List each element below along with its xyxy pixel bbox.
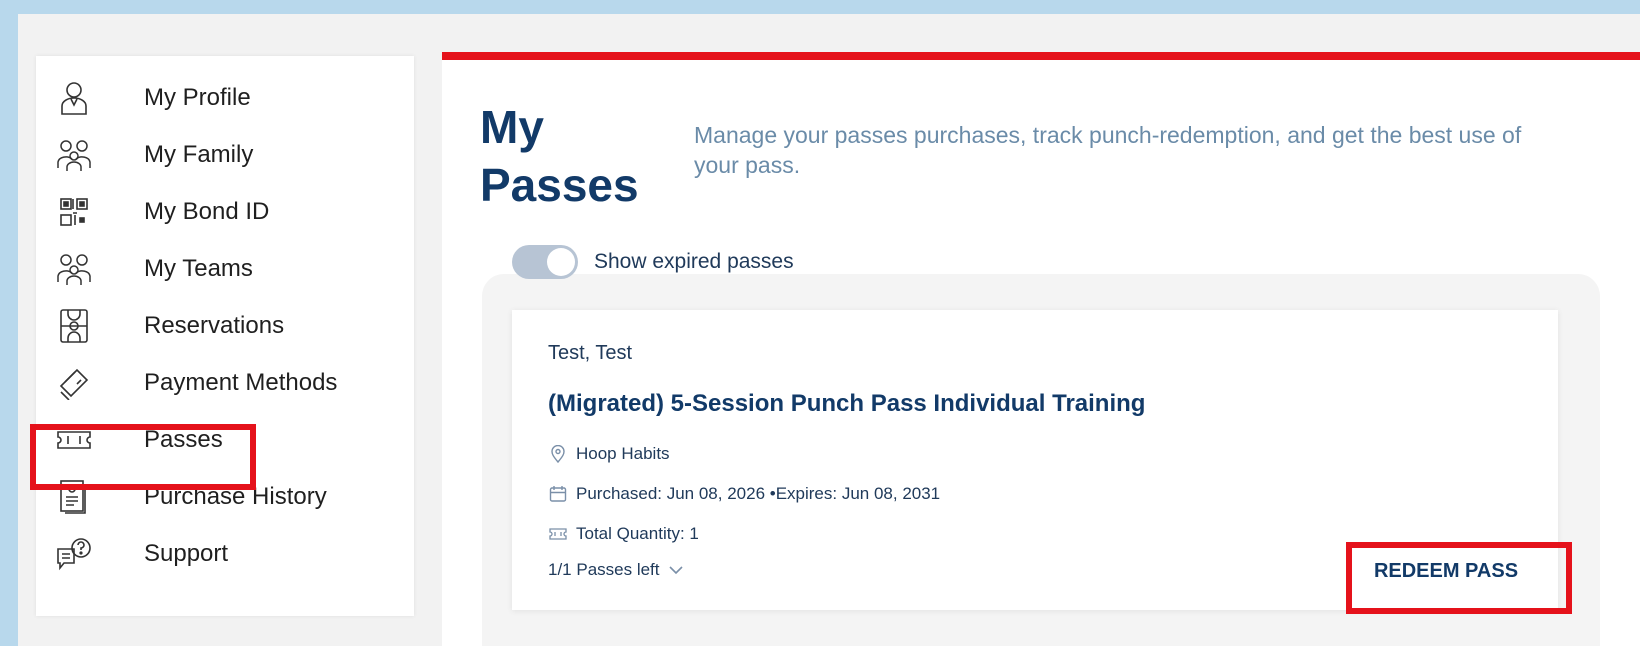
family-icon [56, 137, 92, 173]
court-icon [56, 308, 92, 344]
credit-card-icon [56, 365, 92, 401]
sidebar-item-label: Support [144, 540, 229, 567]
pass-location-row: Hoop Habits [548, 444, 670, 464]
location-pin-icon [548, 444, 568, 464]
sidebar-item-my-teams[interactable]: My Teams [36, 243, 414, 293]
redeem-highlight-box [1346, 542, 1572, 614]
chevron-down-icon [668, 565, 684, 575]
sidebar-item-label: My Family [144, 141, 254, 168]
page-title-line2: Passes [480, 159, 639, 211]
page-subtitle: Manage your passes purchases, track punc… [694, 122, 1522, 178]
pass-dates-row: Purchased: Jun 08, 2026 •Expires: Jun 08… [548, 484, 940, 504]
sidebar-item-label: My Profile [144, 84, 251, 111]
pass-owner: Test, Test [548, 342, 633, 364]
show-expired-label: Show expired passes [594, 250, 794, 273]
show-expired-toggle-row: Show expired passes [512, 242, 794, 282]
qr-code-icon [56, 194, 92, 230]
ticket-icon [548, 524, 568, 544]
show-expired-toggle[interactable] [512, 245, 578, 279]
page-title-line1: My [480, 101, 544, 153]
pass-quantity: Total Quantity: 1 [576, 524, 699, 543]
page-title: My Passes [480, 98, 639, 214]
passes-highlight-box [30, 424, 256, 490]
sidebar-item-label: Reservations [144, 312, 285, 339]
sidebar-item-payment-methods[interactable]: Payment Methods [36, 357, 414, 407]
calendar-icon [548, 484, 568, 504]
sidebar-item-support[interactable]: Support [36, 528, 414, 578]
pass-name: (Migrated) 5-Session Punch Pass Individu… [548, 390, 1146, 417]
chat-help-icon [56, 536, 92, 572]
pass-dates: Purchased: Jun 08, 2026 •Expires: Jun 08… [576, 484, 941, 503]
passes-left-dropdown[interactable]: 1/1 Passes left [548, 560, 684, 580]
pass-location: Hoop Habits [576, 444, 670, 463]
pass-quantity-row: Total Quantity: 1 [548, 524, 699, 544]
toggle-knob [547, 248, 575, 276]
sidebar-item-my-family[interactable]: My Family [36, 129, 414, 179]
sidebar-item-my-profile[interactable]: My Profile [36, 72, 414, 122]
team-icon [56, 251, 92, 287]
sidebar-nav: My Profile My Family My Bond ID My Teams… [36, 56, 414, 616]
accent-top-bar [442, 52, 1640, 60]
sidebar-item-my-bond-id[interactable]: My Bond ID [36, 186, 414, 236]
sidebar-item-label: Payment Methods [144, 369, 338, 396]
sidebar-item-label: My Bond ID [144, 198, 270, 225]
sidebar-item-reservations[interactable]: Reservations [36, 300, 414, 350]
passes-left-text: 1/1 Passes left [548, 560, 660, 579]
user-icon [56, 80, 92, 116]
sidebar-item-label: My Teams [144, 255, 253, 282]
